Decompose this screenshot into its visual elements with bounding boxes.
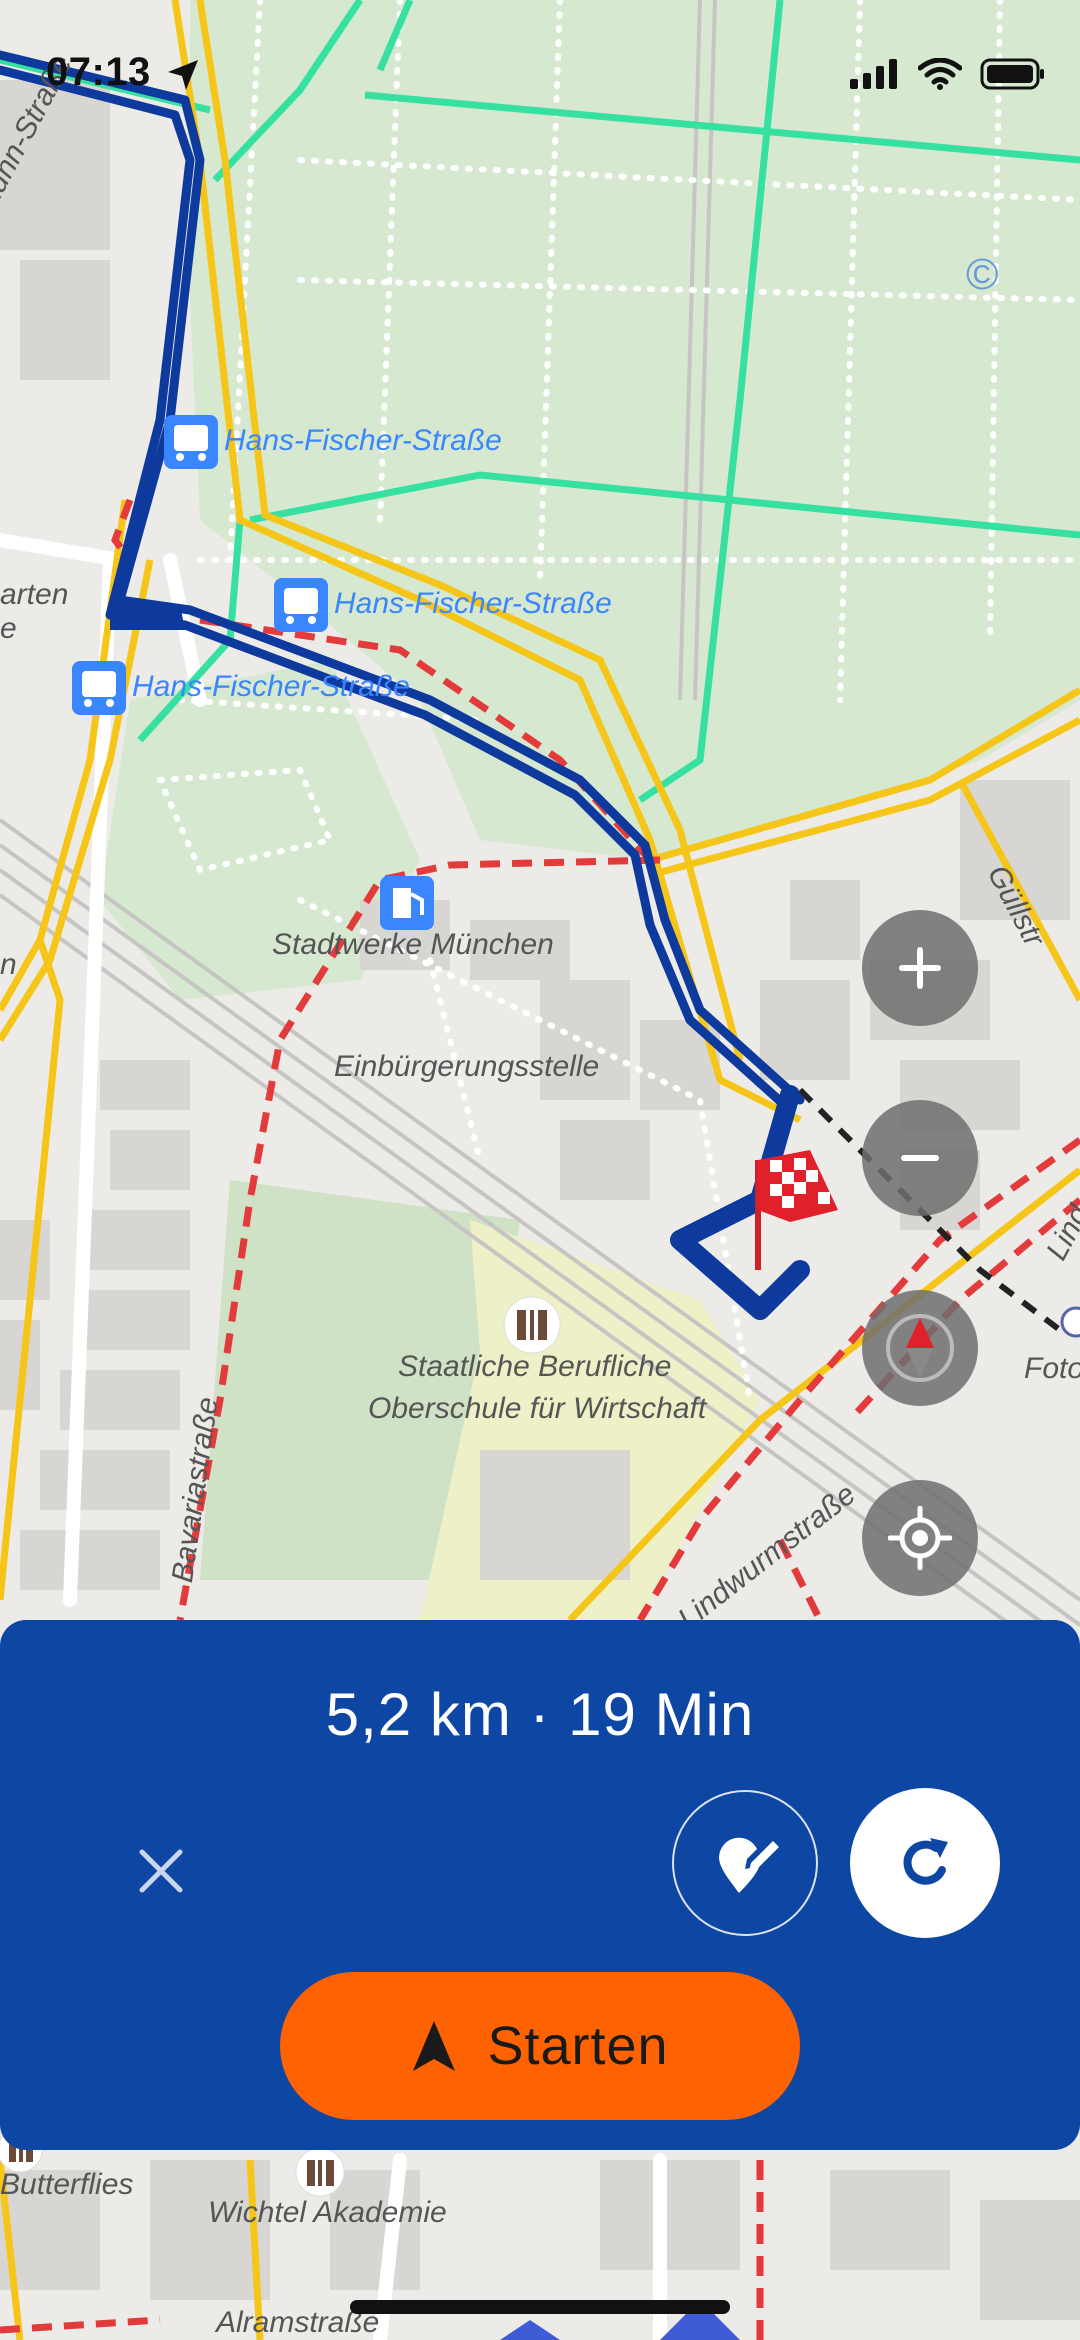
bus-stop-label: Hans-Fischer-Straße xyxy=(224,424,502,457)
bus-stop-label: Hans-Fischer-Straße xyxy=(132,670,410,703)
locate-me-button[interactable] xyxy=(862,1480,978,1596)
compass-icon xyxy=(886,1314,954,1382)
wifi-icon xyxy=(918,58,962,90)
poi-label-stadtwerke: Stadtwerke München xyxy=(272,928,554,961)
zoom-out-button[interactable] xyxy=(862,1100,978,1216)
zoom-in-button[interactable] xyxy=(862,910,978,1026)
school-icon[interactable] xyxy=(503,1296,561,1354)
start-button-label: Starten xyxy=(487,2016,669,2076)
street-label-garten: arten xyxy=(0,578,69,611)
edit-waypoint-icon xyxy=(719,1837,779,1893)
street-label-n: n xyxy=(0,948,17,981)
refresh-icon xyxy=(903,1838,948,1885)
home-indicator[interactable] xyxy=(350,2300,730,2314)
navigation-arrow-icon xyxy=(413,2021,456,2071)
close-route-button[interactable] xyxy=(120,1830,202,1912)
route-distance-duration: 5,2 km · 19 Min xyxy=(325,1681,755,1748)
locate-me-icon xyxy=(888,1506,952,1570)
cellular-signal-icon xyxy=(850,59,897,89)
route-summary-panel: 5,2 km · 19 Min Starten xyxy=(0,1620,1080,2150)
bus-stop-icon[interactable] xyxy=(72,661,126,715)
battery-icon xyxy=(980,58,1044,90)
poi-label-wichtel-akademie: Wichtel Akademie xyxy=(208,2196,447,2229)
bus-stop-label: Hans-Fischer-Straße xyxy=(334,587,612,620)
location-arrow-icon xyxy=(168,60,198,90)
edit-waypoints-button[interactable] xyxy=(672,1790,818,1936)
poi-label-foto: Foto xyxy=(1024,1352,1080,1385)
photo-poi-icon[interactable] xyxy=(1060,1306,1080,1338)
school-icon[interactable] xyxy=(295,2147,345,2197)
start-navigation-button[interactable]: Starten xyxy=(280,1972,800,2120)
map-copyright-icon[interactable]: © xyxy=(966,250,998,300)
bus-stop-icon[interactable] xyxy=(274,578,328,632)
close-icon xyxy=(139,1849,183,1893)
refresh-route-button[interactable] xyxy=(850,1788,1000,1938)
minus-icon xyxy=(901,1155,939,1161)
status-time: 07:13 xyxy=(46,50,151,94)
poi-label-school-line2: Oberschule für Wirtschaft xyxy=(368,1392,707,1425)
status-bar: 07:13 xyxy=(0,0,1080,150)
compass-button[interactable] xyxy=(862,1290,978,1406)
bus-stop-icon[interactable] xyxy=(164,415,218,469)
street-label-e: e xyxy=(0,612,17,645)
plus-icon xyxy=(899,947,941,989)
poi-label-butterflies: Butterflies xyxy=(0,2168,134,2201)
poi-label-school-line1: Staatliche Berufliche xyxy=(398,1350,672,1383)
poi-label-einbuergerungsstelle: Einbürgerungsstelle xyxy=(334,1050,600,1083)
fuel-station-icon[interactable] xyxy=(380,876,434,930)
